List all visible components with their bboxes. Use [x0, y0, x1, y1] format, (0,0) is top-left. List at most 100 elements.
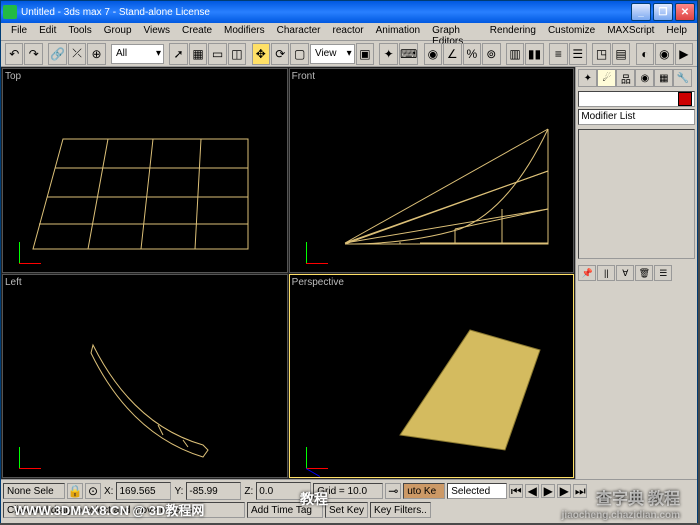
- remove-modifier-button[interactable]: 🗑: [635, 265, 653, 281]
- app-window: Untitled - 3ds max 7 - Stand-alone Licen…: [0, 0, 698, 523]
- motion-tab[interactable]: ◉: [635, 69, 654, 87]
- axis-gizmo-perspective: [298, 439, 328, 469]
- menu-reactor[interactable]: reactor: [327, 23, 370, 40]
- make-unique-button[interactable]: ∀: [616, 265, 634, 281]
- object-name-field[interactable]: [578, 91, 695, 107]
- lock-selection-button[interactable]: 🔒: [67, 483, 83, 499]
- time-next-key-button[interactable]: ⏭: [573, 484, 587, 498]
- select-by-name-button[interactable]: ▦: [189, 43, 207, 65]
- align-button[interactable]: ≡: [549, 43, 567, 65]
- render-scene-button[interactable]: ◉: [655, 43, 673, 65]
- axis-gizmo-top: [11, 234, 41, 264]
- x-label: X:: [103, 484, 114, 499]
- left-wireframe: [3, 275, 287, 478]
- menu-animation[interactable]: Animation: [370, 23, 426, 40]
- display-tab[interactable]: ▦: [654, 69, 673, 87]
- selection-status: None Sele: [3, 483, 65, 499]
- viewport-left[interactable]: Left: [2, 274, 288, 479]
- main-toolbar: ↶ ↷ 🔗 ⤫ ⊕ All ➚ ▦ ▭ ◫ ✥ ⟳ ▢ View ▣ ✦ ⌨ ◉…: [1, 41, 697, 67]
- unlink-button[interactable]: ⤫: [68, 43, 86, 65]
- redo-button[interactable]: ↷: [24, 43, 42, 65]
- curve-editor-button[interactable]: ◳: [592, 43, 610, 65]
- y-coord-input[interactable]: [186, 482, 241, 500]
- key-mode-icon[interactable]: ⊸: [385, 483, 401, 499]
- hierarchy-tab[interactable]: 品: [616, 69, 635, 87]
- create-tab[interactable]: ✦: [578, 69, 597, 87]
- named-sets-button[interactable]: ▥: [506, 43, 524, 65]
- time-next-button[interactable]: ▶: [557, 484, 571, 498]
- viewport-label-front: Front: [292, 71, 315, 82]
- configure-sets-button[interactable]: ☰: [654, 265, 672, 281]
- menu-group[interactable]: Group: [98, 23, 138, 40]
- manipulate-button[interactable]: ✦: [379, 43, 397, 65]
- modifier-list-dropdown[interactable]: Modifier List: [578, 109, 695, 125]
- link-button[interactable]: 🔗: [48, 43, 66, 65]
- selection-filter-dropdown[interactable]: All: [111, 44, 164, 64]
- menu-grapheditors[interactable]: Graph Editors: [426, 23, 484, 40]
- select-object-button[interactable]: ➚: [169, 43, 187, 65]
- app-icon: [3, 5, 17, 19]
- window-crossing-button[interactable]: ◫: [228, 43, 246, 65]
- key-filters-button[interactable]: Key Filters..: [370, 502, 431, 518]
- menu-modifiers[interactable]: Modifiers: [218, 23, 271, 40]
- viewport-top[interactable]: Top: [2, 68, 288, 273]
- auto-key-button[interactable]: uto Ke: [403, 483, 445, 499]
- select-rotate-button[interactable]: ⟳: [271, 43, 289, 65]
- spinner-snap-button[interactable]: ⊚: [482, 43, 500, 65]
- viewport-label-top: Top: [5, 71, 21, 82]
- z-label: Z:: [243, 484, 254, 499]
- material-editor-button[interactable]: ◐: [636, 43, 654, 65]
- x-coord-input[interactable]: [116, 482, 171, 500]
- perspective-shaded: [290, 275, 574, 478]
- time-play-button[interactable]: ▶: [541, 484, 555, 498]
- select-scale-button[interactable]: ▢: [290, 43, 308, 65]
- pivot-center-button[interactable]: ▣: [356, 43, 374, 65]
- mirror-button[interactable]: ▮▮: [525, 43, 543, 65]
- set-key-button[interactable]: Set Key: [325, 502, 368, 518]
- select-move-button[interactable]: ✥: [252, 43, 270, 65]
- modify-tab[interactable]: ☄: [597, 69, 616, 87]
- menu-views[interactable]: Views: [138, 23, 177, 40]
- minimize-button[interactable]: _: [631, 3, 651, 21]
- object-color-swatch[interactable]: [678, 92, 692, 106]
- schematic-button[interactable]: ▤: [612, 43, 630, 65]
- ref-coord-dropdown[interactable]: View: [310, 44, 355, 64]
- viewport-label-left: Left: [5, 277, 22, 288]
- undo-button[interactable]: ↶: [5, 43, 23, 65]
- close-button[interactable]: ✕: [675, 3, 695, 21]
- keyboard-shortcut-button[interactable]: ⌨: [399, 43, 418, 65]
- show-end-result-button[interactable]: ||: [597, 265, 615, 281]
- menubar: File Edit Tools Group Views Create Modif…: [1, 23, 697, 41]
- select-region-button[interactable]: ▭: [208, 43, 226, 65]
- modifier-stack[interactable]: [578, 129, 695, 259]
- layers-button[interactable]: ☰: [569, 43, 587, 65]
- viewport-area: Top Front Left: [1, 67, 575, 479]
- top-wireframe: [3, 69, 287, 272]
- viewport-perspective[interactable]: Perspective: [289, 274, 575, 479]
- iso-selection-button[interactable]: ⊙: [85, 483, 101, 499]
- percent-snap-button[interactable]: %: [463, 43, 481, 65]
- bind-button[interactable]: ⊕: [87, 43, 105, 65]
- menu-create[interactable]: Create: [176, 23, 218, 40]
- key-filter-selected[interactable]: Selected: [447, 483, 507, 499]
- pin-stack-button[interactable]: 📌: [578, 265, 596, 281]
- snap-toggle-button[interactable]: ◉: [424, 43, 442, 65]
- menu-maxscript[interactable]: MAXScript: [601, 23, 660, 40]
- menu-help[interactable]: Help: [660, 23, 693, 40]
- watermark-3: jiaocheng.chazidian.com: [562, 510, 680, 521]
- menu-character[interactable]: Character: [271, 23, 327, 40]
- viewport-front[interactable]: Front: [289, 68, 575, 273]
- menu-tools[interactable]: Tools: [62, 23, 97, 40]
- utilities-tab[interactable]: 🔧: [673, 69, 692, 87]
- menu-customize[interactable]: Customize: [542, 23, 601, 40]
- viewport-label-perspective: Perspective: [292, 277, 344, 288]
- time-prev-key-button[interactable]: ⏮: [509, 484, 523, 498]
- quick-render-button[interactable]: ▶: [675, 43, 693, 65]
- maximize-button[interactable]: ❐: [653, 3, 673, 21]
- time-prev-button[interactable]: ◀: [525, 484, 539, 498]
- menu-edit[interactable]: Edit: [33, 23, 62, 40]
- menu-rendering[interactable]: Rendering: [484, 23, 542, 40]
- menu-file[interactable]: File: [5, 23, 33, 40]
- angle-snap-button[interactable]: ∠: [443, 43, 461, 65]
- watermark-4: 教程: [300, 489, 328, 509]
